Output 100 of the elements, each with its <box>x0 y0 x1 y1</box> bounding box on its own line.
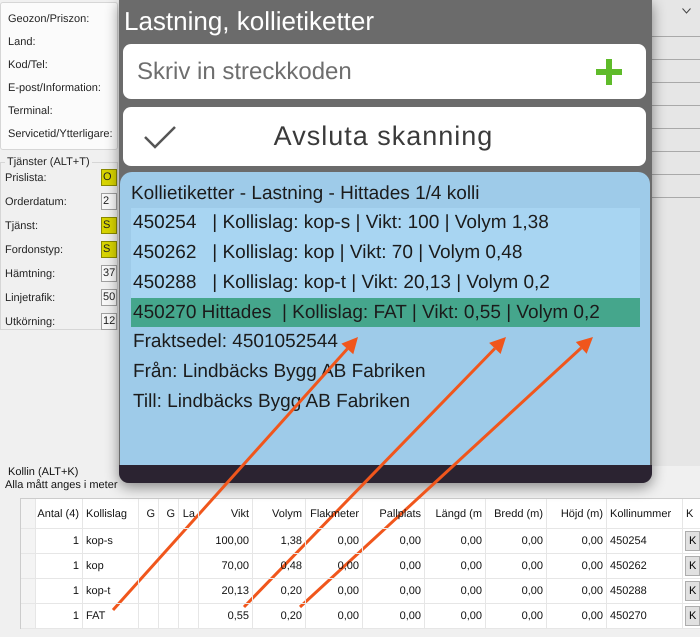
package-item[interactable]: 450288 | Kollislag: kop-t | Vikt: 20,13 | Volym 0,2 <box>131 268 640 298</box>
row-button[interactable]: K <box>685 606 700 626</box>
table-cell: 1,38 <box>253 529 306 554</box>
column-header[interactable]: Volym <box>253 499 306 529</box>
chevron-down-icon[interactable] <box>682 8 691 14</box>
shipment-detail: Fraktsedel: 4501052544 <box>132 330 339 354</box>
empty-cell <box>159 529 179 554</box>
field-label: Orderdatum: <box>5 194 67 208</box>
field-label: Fordonstyp: <box>5 242 64 256</box>
field-label: Utkörning: <box>5 314 56 328</box>
table-cell: 0,55 <box>199 604 253 629</box>
column-header[interactable]: Bredd (m) <box>486 499 547 529</box>
table-cell: kop-t <box>83 579 139 604</box>
column-header[interactable]: G <box>139 499 159 529</box>
input-field[interactable]: 12 <box>101 313 117 330</box>
group-title: Kollin (ALT+K) <box>7 466 78 479</box>
input-field[interactable]: S <box>101 241 117 258</box>
plus-icon[interactable] <box>596 59 622 85</box>
input-field[interactable]: O <box>101 169 117 186</box>
field-label: Kod/Tel: <box>8 58 49 72</box>
column-header[interactable]: K <box>683 499 700 529</box>
table-cell: 0,20 <box>253 579 306 604</box>
table-cell: 0,00 <box>363 579 425 604</box>
table-cell: 450270 <box>607 604 683 629</box>
table-cell: 0,00 <box>486 579 547 604</box>
table-cell: 0,00 <box>547 604 607 629</box>
input-field[interactable]: 50 <box>101 289 117 306</box>
package-item[interactable]: 450254 | Kollislag: kop-s | Vikt: 100 | Volym 1,38 <box>131 208 640 238</box>
field-label: E-post/Information: <box>8 81 102 95</box>
field-label: Linjetrafik: <box>5 290 56 304</box>
field-label: Prislista: <box>5 170 47 184</box>
table-cell: 0,00 <box>363 529 425 554</box>
empty-cell <box>179 554 199 579</box>
units-note: Alla mått anges i meter <box>5 479 118 492</box>
table-cell: 0,00 <box>547 579 607 604</box>
table-cell: 0,00 <box>486 604 547 629</box>
field-label: Hämtning: <box>5 266 56 280</box>
row-button[interactable]: K <box>685 581 700 601</box>
table-cell: 0,00 <box>363 604 425 629</box>
empty-cell <box>139 579 159 604</box>
empty-cell <box>159 579 179 604</box>
field-label: Geozon/Priszon: <box>8 12 90 26</box>
row-header[interactable] <box>21 604 36 629</box>
table-cell: 0,00 <box>363 554 425 579</box>
table-cell: 20,13 <box>199 579 253 604</box>
table-cell: 1 <box>36 554 83 579</box>
empty-cell <box>179 604 199 629</box>
column-header[interactable]: G <box>159 499 179 529</box>
table-cell: 1 <box>36 604 83 629</box>
row-header[interactable] <box>21 529 36 554</box>
column-header[interactable]: Höjd (m) <box>547 499 607 529</box>
table-cell: 1 <box>36 579 83 604</box>
table-cell: 0,00 <box>547 554 607 579</box>
input-field[interactable]: 37 <box>101 265 117 282</box>
row-header[interactable] <box>21 579 36 604</box>
table-cell: 0,00 <box>425 554 486 579</box>
checkmark-icon <box>143 124 177 150</box>
row-header[interactable] <box>21 554 36 579</box>
table-cell: 450288 <box>607 579 683 604</box>
table-cell: 0,00 <box>486 554 547 579</box>
barcode-field[interactable]: Skriv in streckkoden <box>123 44 646 99</box>
field-label: Land: <box>8 35 37 49</box>
table-cell: 0,00 <box>306 529 363 554</box>
table-cell: 0,20 <box>253 604 306 629</box>
package-item[interactable]: 450262 | Kollislag: kop | Vikt: 70 | Volym 0,48 <box>131 238 640 268</box>
field-label: Tjänst: <box>5 218 38 232</box>
field-label: Terminal: <box>8 104 54 118</box>
table-cell: 0,00 <box>425 579 486 604</box>
dialog-title: Lastning, kollietiketter <box>123 5 376 38</box>
field-label: Servicetid/Ytterligare: <box>8 127 114 141</box>
empty-cell <box>139 554 159 579</box>
column-header[interactable]: Kollislag <box>83 499 139 529</box>
group-title: Tjänster (ALT+T) <box>6 156 91 168</box>
empty-cell <box>159 604 179 629</box>
input-field[interactable]: S <box>101 217 117 234</box>
finish-scanning-button[interactable]: Avsluta skanning <box>123 107 646 166</box>
empty-cell <box>179 529 199 554</box>
table-cell: 450262 <box>607 554 683 579</box>
empty-cell <box>159 554 179 579</box>
column-header[interactable]: Kollinummer <box>607 499 683 529</box>
table-cell: 1 <box>36 529 83 554</box>
row-button[interactable]: K <box>685 556 700 576</box>
table-cell: 100,00 <box>199 529 253 554</box>
column-header[interactable]: La <box>179 499 199 529</box>
panel-heading: Kollietiketter - Lastning - Hittades 1/4 kolli <box>131 182 480 206</box>
table-cell: 0,00 <box>547 529 607 554</box>
table-cell: 70,00 <box>199 554 253 579</box>
table-cell: 0,00 <box>306 579 363 604</box>
table-cell: 0,00 <box>486 529 547 554</box>
row-button[interactable]: K <box>685 531 700 551</box>
empty-cell <box>139 604 159 629</box>
input-field[interactable]: 2 <box>101 193 117 210</box>
table-cell: 0,00 <box>306 604 363 629</box>
column-header[interactable]: Antal (4) <box>36 499 83 529</box>
column-header[interactable]: Längd (m <box>425 499 486 529</box>
empty-cell <box>139 529 159 554</box>
table-cell: 450254 <box>607 529 683 554</box>
table-cell: 0,00 <box>425 604 486 629</box>
column-header[interactable]: Vikt <box>199 499 253 529</box>
package-item[interactable]: 450270 Hittades | Kollislag: FAT | Vikt: 0,55 | Volym 0,2 <box>131 298 640 327</box>
